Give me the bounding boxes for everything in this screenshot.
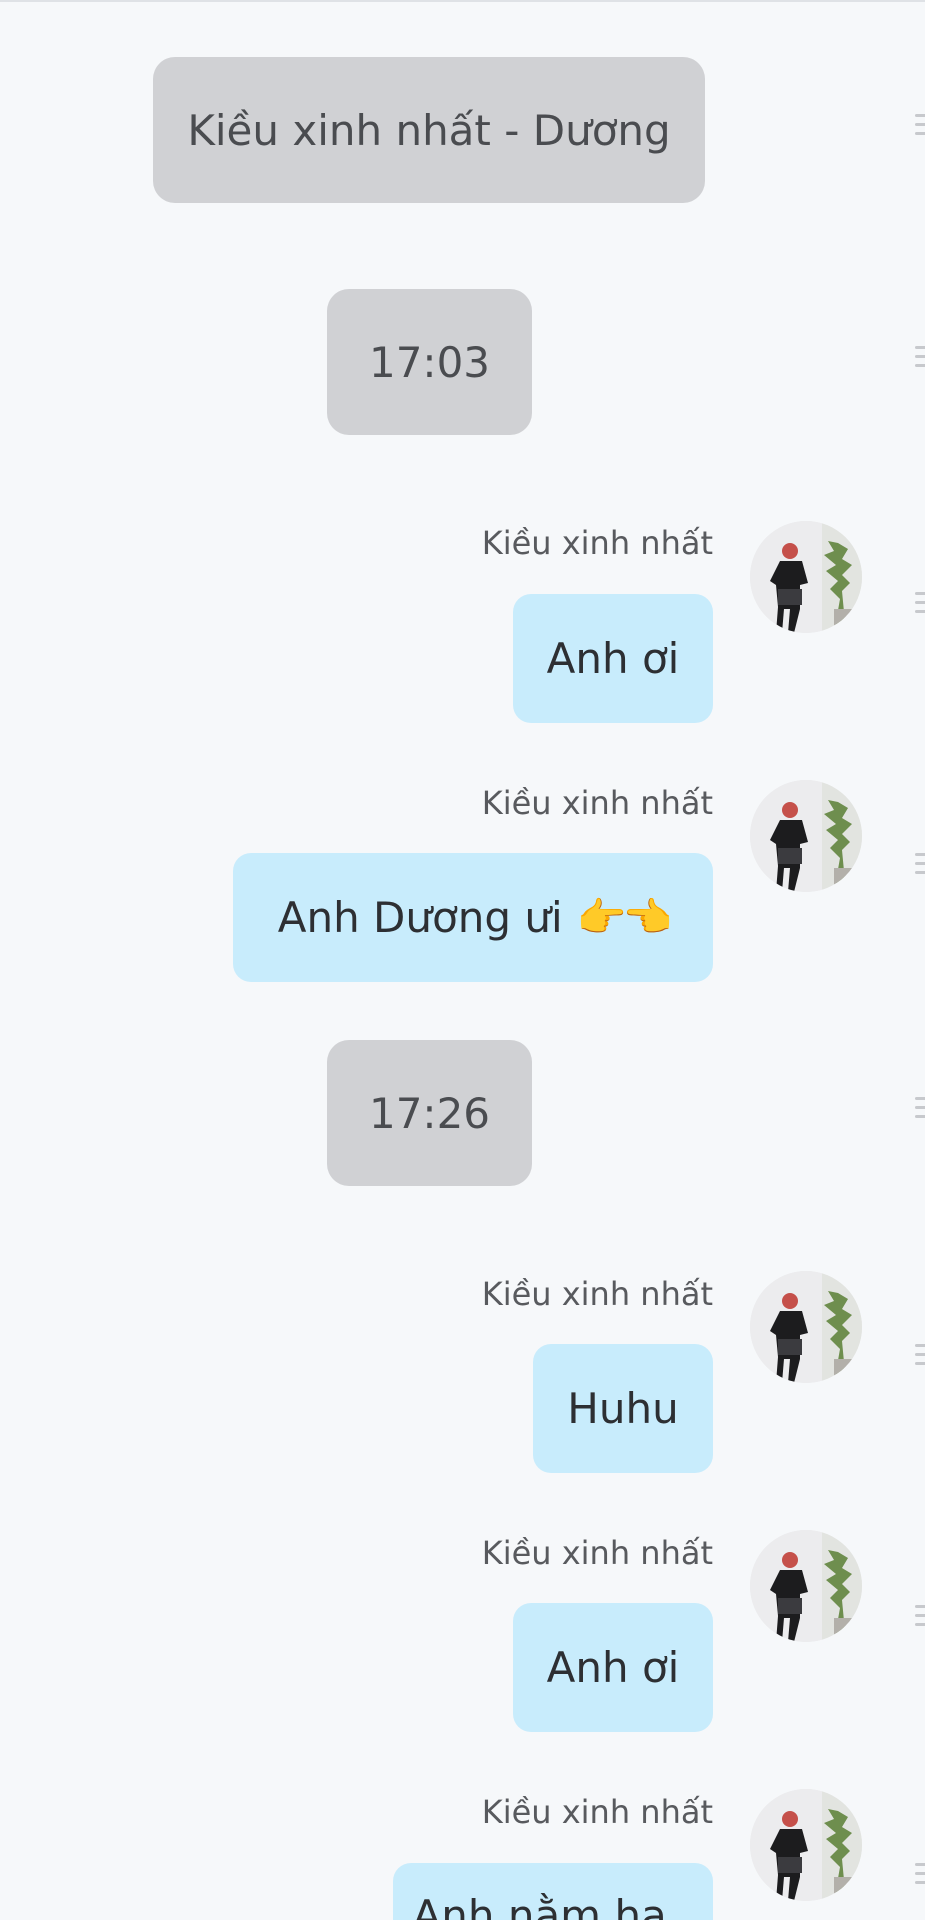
drag-handle-icon[interactable] <box>915 1605 925 1632</box>
conversation-title: Kiều xinh nhất - Dương <box>187 105 671 155</box>
drag-handle-icon[interactable] <box>915 114 925 141</box>
sender-avatar[interactable] <box>750 1789 862 1901</box>
message-text: Anh ơi <box>546 634 680 683</box>
sender-name: Kiều xinh nhất <box>481 1793 713 1831</box>
message-bubble[interactable]: Anh ơi <box>513 594 713 723</box>
drag-handle-icon[interactable] <box>915 346 925 373</box>
sender-avatar[interactable] <box>750 780 862 892</box>
message-text: Anh ơi <box>546 1643 680 1692</box>
sender-name: Kiều xinh nhất <box>481 784 713 822</box>
chat-thread[interactable]: Kiều xinh nhất - Dương 17:03 Kiều xinh n… <box>0 0 905 1920</box>
timestamp-text: 17:03 <box>368 337 491 387</box>
sender-avatar[interactable] <box>750 1530 862 1642</box>
drag-handle-icon[interactable] <box>915 1097 925 1124</box>
message-bubble[interactable]: Huhu <box>533 1344 713 1473</box>
sender-avatar[interactable] <box>750 521 862 633</box>
conversation-title-pill: Kiều xinh nhất - Dương <box>153 57 705 203</box>
timestamp-text: 17:26 <box>368 1088 491 1138</box>
drag-handle-icon[interactable] <box>915 1863 925 1890</box>
message-text: Huhu <box>567 1384 679 1433</box>
message-bubble[interactable]: Anh Dương ưi 👉👈 <box>233 853 713 982</box>
drag-handle-icon[interactable] <box>915 1344 925 1371</box>
pointing-hands-emoji: 👉👈 <box>576 895 673 941</box>
message-bubble[interactable]: Anh ơi <box>513 1603 713 1732</box>
timestamp-pill: 17:03 <box>327 289 532 435</box>
sender-name: Kiều xinh nhất <box>481 1534 713 1572</box>
message-text: Anh Dương ưi <box>277 893 563 942</box>
drag-handle-icon[interactable] <box>915 592 925 619</box>
message-text: Anh nằm ha.. <box>412 1891 694 1920</box>
sender-avatar[interactable] <box>750 1271 862 1383</box>
message-bubble[interactable]: Anh nằm ha.. <box>393 1863 713 1920</box>
sender-name: Kiều xinh nhất <box>481 1275 713 1313</box>
timestamp-pill: 17:26 <box>327 1040 532 1186</box>
drag-handle-icon[interactable] <box>915 853 925 880</box>
sender-name: Kiều xinh nhất <box>481 524 713 562</box>
